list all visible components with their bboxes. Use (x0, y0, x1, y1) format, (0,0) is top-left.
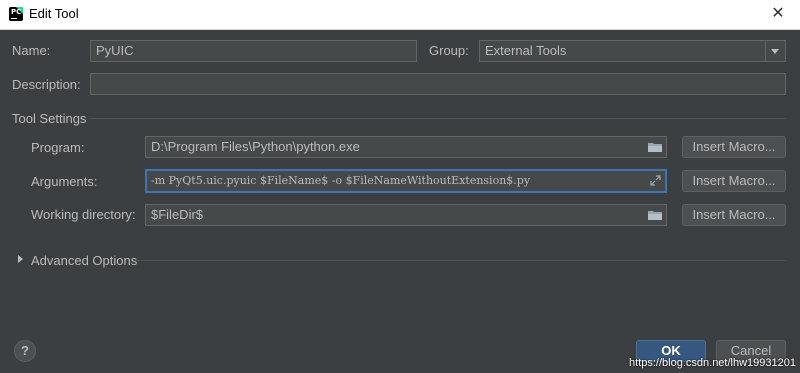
expand-triangle-icon[interactable] (18, 255, 23, 263)
name-input[interactable]: PyUIC (90, 40, 417, 62)
program-input[interactable]: D:\Program Files\Python\python.exe (145, 136, 667, 158)
program-label: Program: (31, 140, 85, 155)
name-label: Name: (12, 43, 51, 58)
advanced-options-toggle[interactable]: Advanced Options (31, 253, 137, 268)
group-select[interactable]: External Tools (479, 40, 786, 62)
group-dropdown-button[interactable] (765, 41, 785, 61)
help-button[interactable]: ? (14, 340, 36, 362)
arguments-input-value: -m PyQt5.uic.pyuic $FileName$ -o $FileNa… (151, 174, 531, 187)
group-select-value: External Tools (485, 43, 567, 58)
section-divider (90, 118, 786, 119)
program-input-value: D:\Program Files\Python\python.exe (151, 139, 360, 154)
window-title: Edit Tool (29, 6, 79, 21)
chevron-down-icon (771, 49, 779, 54)
folder-icon[interactable] (648, 210, 662, 220)
arguments-input[interactable]: -m PyQt5.uic.pyuic $FileName$ -o $FileNa… (145, 169, 667, 193)
group-label: Group: (429, 43, 469, 58)
working-directory-input-value: $FileDir$ (151, 207, 204, 222)
description-input[interactable] (90, 73, 786, 95)
advanced-divider (136, 260, 786, 261)
expand-icon[interactable] (650, 175, 661, 186)
insert-macro-button-working-directory[interactable]: Insert Macro... (682, 204, 786, 226)
insert-macro-button-program[interactable]: Insert Macro... (682, 136, 786, 158)
tool-settings-heading: Tool Settings (12, 111, 87, 126)
working-directory-label: Working directory: (31, 207, 136, 222)
watermark-text: https://blog.csdn.net/lhw19931201 (629, 357, 796, 369)
working-directory-input[interactable]: $FileDir$ (145, 204, 667, 226)
pycharm-app-icon: PC (9, 7, 23, 21)
description-label: Description: (12, 77, 81, 92)
title-bar: PC Edit Tool ✕ (0, 0, 800, 30)
close-icon[interactable]: ✕ (768, 4, 788, 24)
insert-macro-button-arguments[interactable]: Insert Macro... (682, 170, 786, 192)
folder-icon[interactable] (648, 142, 662, 152)
arguments-label: Arguments: (31, 174, 98, 189)
